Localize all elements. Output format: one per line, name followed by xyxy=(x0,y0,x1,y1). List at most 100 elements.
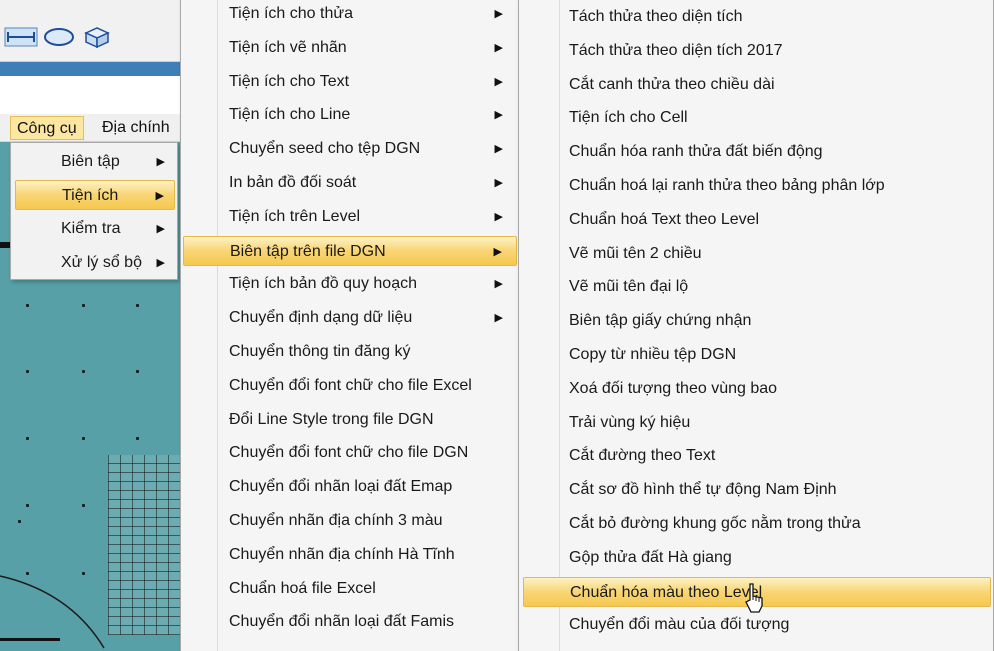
menu-item-label: Chuẩn hoá file Excel xyxy=(229,579,376,597)
menu-item-copy-nhieu-dgn[interactable]: Copy từ nhiều tệp DGN xyxy=(523,340,991,370)
menu-item-xoa-doi-tuong[interactable]: Xoá đối tượng theo vùng bao xyxy=(523,374,991,404)
menu-item-tien-ich-cho-cell[interactable]: Tiện ích cho Cell xyxy=(523,103,991,133)
menu-item-doi-line-style[interactable]: Đổi Line Style trong file DGN xyxy=(183,405,517,435)
menu-item-chuyen-nhan-ha-tinh[interactable]: Chuyển nhãn địa chính Hà Tĩnh xyxy=(183,540,517,570)
menu-item-gop-thua-ha-giang[interactable]: Gộp thửa đất Hà giang xyxy=(523,543,991,573)
grid-dot xyxy=(26,437,29,440)
submenu-arrow-icon: ▶ xyxy=(155,190,164,202)
menu-item-label: Vẽ mũi tên 2 chiều xyxy=(569,244,702,262)
menu-item-chuan-hoa-ranh-thua[interactable]: Chuẩn hóa ranh thửa đất biến động xyxy=(523,137,991,167)
menu-item-label: Cắt sơ đồ hình thể tự động Nam Định xyxy=(569,481,837,499)
menu-item-in-ban-do-doi-soat[interactable]: In bản đồ đối soát ▶ xyxy=(183,168,517,198)
menu-item-chuyen-dinh-dang-du-lieu[interactable]: Chuyển định dạng dữ liệu ▶ xyxy=(183,303,517,333)
menu-item-tien-ich-tren-level[interactable]: Tiện ích trên Level ▶ xyxy=(183,202,517,232)
menu-item-label: Cắt bỏ đường khung gốc nằm trong thửa xyxy=(569,515,861,532)
menu-item-label: Chuyển định dạng dữ liệu xyxy=(229,309,413,327)
menu-item-cat-duong-theo-text[interactable]: Cắt đường theo Text xyxy=(523,441,991,471)
menu-item-tien-ich-ve-nhan[interactable]: Tiện ích vẽ nhãn ▶ xyxy=(183,33,517,63)
grid-dot xyxy=(82,504,85,507)
menu-item-chuyen-font-dgn[interactable]: Chuyển đổi font chữ cho file DGN xyxy=(183,438,517,468)
menu-item-label: Tiện ích cho thửa xyxy=(229,5,353,22)
dimension-tool-icon[interactable] xyxy=(4,24,38,50)
menubar-cong-cu[interactable]: Công cụ xyxy=(10,116,84,140)
menu-item-label: Xử lý sổ bộ xyxy=(61,254,142,271)
grid-dot xyxy=(136,437,139,440)
menu-item-chuyen-nhan-emap[interactable]: Chuyển đổi nhãn loại đất Emap xyxy=(183,472,517,502)
menu-item-cat-so-do-nam-dinh[interactable]: Cắt sơ đồ hình thể tự động Nam Định xyxy=(523,475,991,505)
grid-dot xyxy=(82,437,85,440)
menu-item-label: Gộp thửa đất Hà giang xyxy=(569,548,732,566)
menu-item-label: Trải vùng ký hiệu xyxy=(569,413,691,431)
menubar-dia-chinh[interactable]: Địa chính xyxy=(96,116,176,140)
menu-tien-ich: Tiện ích cho thửa ▶ Tiện ích vẽ nhãn ▶ Tiệ… xyxy=(180,0,520,651)
submenu-arrow-icon: ▶ xyxy=(493,245,502,258)
submenu-arrow-icon: ▶ xyxy=(494,177,503,189)
menu-item-chuyen-thong-tin-dang-ky[interactable]: Chuyển thông tin đăng ký xyxy=(183,337,517,367)
menu-item-label: Xoá đối tượng theo vùng bao xyxy=(569,379,778,397)
menu-item-ve-mui-ten-dai-lo[interactable]: Vẽ mũi tên đại lộ xyxy=(523,272,991,302)
menu-item-tach-thua[interactable]: Tách thửa theo diện tích xyxy=(523,2,991,32)
menu-item-label: Kiểm tra xyxy=(61,220,121,237)
menu-item-chuyen-doi-mau[interactable]: Chuyển đổi màu của đối tượng xyxy=(523,610,991,640)
box-3d-tool-icon[interactable] xyxy=(80,24,114,50)
menu-item-label: Chuyển seed cho tệp DGN xyxy=(229,140,421,158)
title-strip xyxy=(0,62,180,76)
submenu-arrow-icon: ▶ xyxy=(494,41,503,54)
menu-item-label: Biên tập trên file DGN xyxy=(230,242,386,260)
submenu-arrow-icon: ▶ xyxy=(494,312,503,325)
ellipse-tool-icon[interactable] xyxy=(42,24,76,50)
grid-dot xyxy=(82,304,85,307)
menu-item-tien-ich-cho-thua[interactable]: Tiện ích cho thửa ▶ xyxy=(183,0,517,29)
menu-item-tien-ich[interactable]: Tiện ích ▶ xyxy=(15,180,175,210)
menu-item-tach-thua-2017[interactable]: Tách thửa theo diện tích 2017 xyxy=(523,36,991,66)
app-toolbar xyxy=(0,0,180,62)
menu-item-label: Chuẩn hoá lại ranh thửa theo bảng phân l… xyxy=(569,177,885,194)
menu-item-cat-canh-thua[interactable]: Cắt canh thửa theo chiều dài xyxy=(523,70,991,100)
menu-item-label: Chuyển đổi nhãn loại đất Famis xyxy=(229,613,455,631)
menu-item-ve-mui-ten-2-chieu[interactable]: Vẽ mũi tên 2 chiều xyxy=(523,239,991,269)
menu-item-label: Tiện ích cho Text xyxy=(229,72,350,90)
menu-item-chuan-hoa-lai-ranh-thua[interactable]: Chuẩn hoá lại ranh thửa theo bảng phân l… xyxy=(523,171,991,201)
menu-item-label: Chuyển đổi font chữ cho file DGN xyxy=(229,444,469,462)
submenu-arrow-icon: ▶ xyxy=(494,210,503,223)
menu-item-label: Chuyển nhãn địa chính 3 màu xyxy=(229,512,443,529)
menu-item-chuan-hoa-text[interactable]: Chuẩn hoá Text theo Level xyxy=(523,205,991,235)
menu-cong-cu: Biên tập ▶ Tiện ích ▶ Kiểm tra ▶ Xử lý s… xyxy=(10,142,178,280)
grid-dot xyxy=(18,520,21,523)
menu-item-tien-ich-ban-do-quy-hoach[interactable]: Tiện ích bản đồ quy hoạch ▶ xyxy=(183,269,517,299)
menu-item-bien-tap-gcn[interactable]: Biên tập giấy chứng nhận xyxy=(523,306,991,336)
submenu-arrow-icon: ▶ xyxy=(156,156,165,168)
menu-item-tien-ich-cho-text[interactable]: Tiện ích cho Text ▶ xyxy=(183,67,517,97)
menu-item-kiem-tra[interactable]: Kiểm tra ▶ xyxy=(15,214,175,244)
menu-item-chuyen-seed[interactable]: Chuyển seed cho tệp DGN ▶ xyxy=(183,134,517,164)
submenu-arrow-icon: ▶ xyxy=(494,278,503,291)
menu-item-tien-ich-cho-line[interactable]: Tiện ích cho Line ▶ xyxy=(183,100,517,130)
menu-item-cat-bo-duong-khung[interactable]: Cắt bỏ đường khung gốc nằm trong thửa xyxy=(523,509,991,539)
menu-item-label: Đổi Line Style trong file DGN xyxy=(229,410,434,428)
menu-item-label: Cắt đường theo Text xyxy=(569,447,716,465)
menu-item-label: Chuẩn hóa màu theo Level xyxy=(570,583,763,601)
grid-dot xyxy=(136,370,139,373)
menu-item-chuyen-nhan-famis[interactable]: Chuyển đổi nhãn loại đất Famis xyxy=(183,607,517,637)
menu-item-label: Tách thửa theo diện tích xyxy=(569,8,743,25)
menu-item-label: Tiện ích cho Cell xyxy=(569,109,688,127)
menu-item-chuyen-font-excel[interactable]: Chuyển đổi font chữ cho file Excel xyxy=(183,371,517,401)
menu-item-label: Chuyển nhãn địa chính Hà Tĩnh xyxy=(229,545,455,563)
main-menubar: Công cụ Địa chính xyxy=(0,114,180,142)
menu-item-trai-vung-ky-hieu[interactable]: Trải vùng ký hiệu xyxy=(523,408,991,438)
grid-dot xyxy=(26,304,29,307)
menu-item-label: Chuẩn hóa ranh thửa đất biến động xyxy=(569,143,823,161)
menu-item-label: In bản đồ đối soát xyxy=(229,174,357,191)
grid-dot xyxy=(26,504,29,507)
menu-item-chuan-hoa-excel[interactable]: Chuẩn hoá file Excel xyxy=(183,574,517,604)
submenu-arrow-icon: ▶ xyxy=(494,75,503,88)
menu-item-label: Cắt canh thửa theo chiều dài xyxy=(569,75,775,93)
menu-item-label: Tiện ích bản đồ quy hoạch xyxy=(229,275,417,293)
menu-item-bien-tap-tren-file-dgn[interactable]: Biên tập trên file DGN ▶ xyxy=(183,235,517,266)
grid-dot xyxy=(82,370,85,373)
menu-item-xu-ly-so-bo[interactable]: Xử lý sổ bộ ▶ xyxy=(15,248,175,278)
menu-item-chuyen-nhan-3-mau[interactable]: Chuyển nhãn địa chính 3 màu xyxy=(183,506,517,536)
menu-item-label: Chuyển đổi font chữ cho file Excel xyxy=(229,376,472,394)
menu-item-bien-tap[interactable]: Biên tập ▶ xyxy=(15,147,175,177)
submenu-arrow-icon: ▶ xyxy=(494,109,503,122)
